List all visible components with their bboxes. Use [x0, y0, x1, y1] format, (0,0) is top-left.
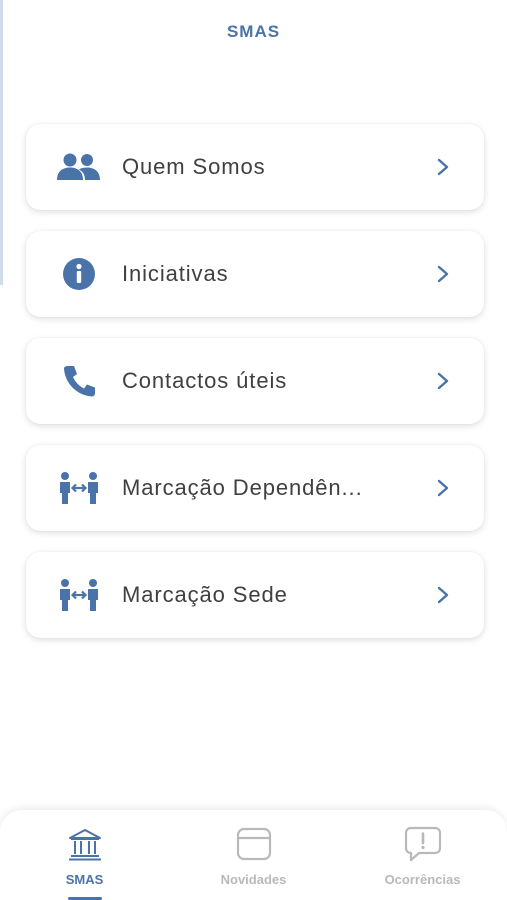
- people-transfer-icon: [56, 470, 102, 506]
- tab-ocorrencias[interactable]: Ocorrências: [338, 810, 507, 900]
- tab-novidades[interactable]: Novidades: [169, 810, 338, 900]
- users-icon: [56, 149, 102, 185]
- chevron-right-icon: [434, 477, 452, 499]
- tab-label: Novidades: [220, 872, 287, 887]
- tab-smas[interactable]: SMAS: [0, 810, 169, 900]
- phone-icon: [56, 363, 102, 399]
- menu-item-label: Marcação Dependên...: [122, 475, 363, 500]
- chevron-right-icon: [434, 370, 452, 392]
- menu-item-label: Contactos úteis: [122, 368, 288, 393]
- chevron-right-icon: [434, 156, 452, 178]
- menu-item-label: Marcação Sede: [122, 582, 288, 607]
- info-icon: [56, 256, 102, 292]
- menu-item-contactos-uteis[interactable]: Contactos úteis: [26, 338, 484, 424]
- chevron-right-icon: [434, 263, 452, 285]
- menu-item-marcacao-dependencias[interactable]: Marcação Dependên...: [26, 445, 484, 531]
- people-transfer-icon: [56, 577, 102, 613]
- chevron-right-icon: [434, 584, 452, 606]
- news-icon: [235, 826, 273, 862]
- menu-item-marcacao-sede[interactable]: Marcação Sede: [26, 552, 484, 638]
- tab-label: SMAS: [65, 872, 104, 887]
- menu-item-quem-somos[interactable]: Quem Somos: [26, 124, 484, 210]
- menu-list: Quem Somos Iniciativas Contactos úteis M…: [26, 124, 484, 659]
- page-title: SMAS: [226, 22, 281, 41]
- tab-label: Ocorrências: [384, 872, 461, 887]
- menu-item-iniciativas[interactable]: Iniciativas: [26, 231, 484, 317]
- alert-chat-icon: [404, 826, 442, 862]
- bank-icon: [66, 826, 104, 862]
- app-header: SMAS: [0, 0, 507, 64]
- menu-item-label: Quem Somos: [122, 154, 266, 179]
- bottom-tab-bar: SMAS Novidades Ocorrências: [0, 810, 507, 900]
- menu-item-label: Iniciativas: [122, 261, 229, 286]
- app-screen: SMAS Quem Somos Iniciativas Contactos út…: [0, 0, 507, 900]
